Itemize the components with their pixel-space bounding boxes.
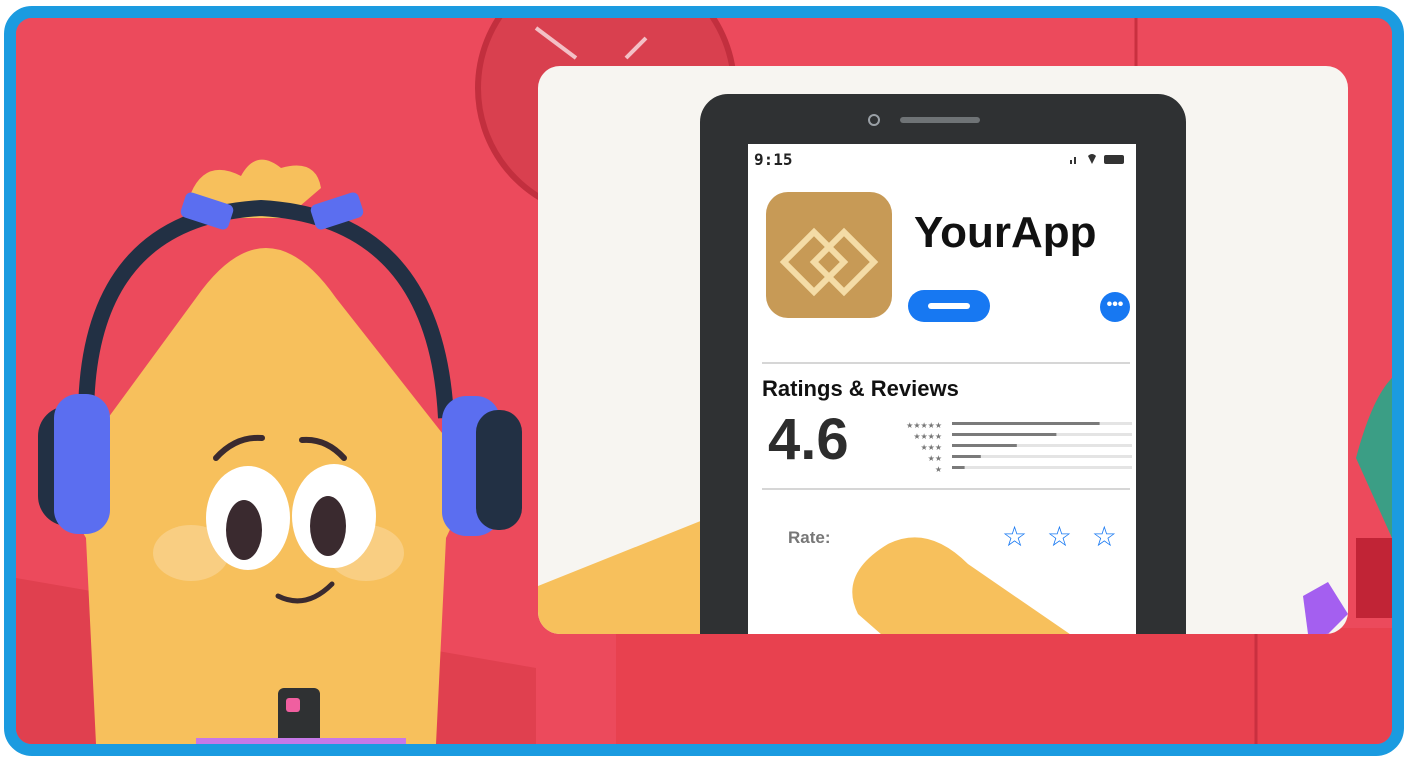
status-icons	[1070, 154, 1124, 164]
histogram-star-label: ★★	[928, 454, 942, 463]
app-icon[interactable]	[766, 192, 892, 318]
app-name: YourApp	[914, 208, 1097, 257]
status-time: 9:15	[754, 150, 793, 169]
app-store-screen: 9:15 YourApp ••• Ratings & Reviews 4.6 ★…	[748, 144, 1136, 634]
rating-score: 4.6	[768, 407, 849, 472]
histogram-bar	[952, 455, 981, 458]
histogram-star-label: ★	[935, 465, 942, 474]
get-button[interactable]	[908, 290, 990, 322]
phone-icon	[278, 688, 320, 744]
histogram-bar	[952, 422, 1100, 425]
camera-icon	[868, 114, 980, 126]
signal-icon	[1070, 160, 1072, 164]
ratings-title: Ratings & Reviews	[762, 376, 959, 401]
app-store-illustration-card: 9:15 YourApp ••• Ratings & Reviews 4.6 ★…	[538, 66, 1348, 634]
video-frame: ...allowing a route you to adjust and im…	[4, 6, 1404, 756]
histogram-star-label: ★★★★	[913, 432, 942, 441]
histogram-bar	[952, 444, 1017, 447]
divider	[762, 488, 1130, 490]
tablet-device: 9:15 YourApp ••• Ratings & Reviews 4.6 ★…	[700, 94, 1186, 634]
more-icon[interactable]: •••	[1100, 292, 1130, 322]
finger-illustration	[852, 537, 1070, 634]
app-logo-icon	[779, 227, 879, 297]
rating-histogram: ★★★★★★★★★★★★★★★	[906, 421, 1132, 474]
histogram-bar	[952, 433, 1057, 436]
divider	[762, 362, 1130, 364]
rate-label: Rate:	[788, 528, 831, 547]
histogram-star-label: ★★★★★	[906, 421, 942, 430]
battery-icon	[1104, 155, 1124, 164]
histogram-star-label: ★★★	[920, 443, 942, 452]
histogram-track	[952, 466, 1132, 469]
wifi-icon	[1088, 154, 1096, 164]
histogram-bar	[952, 466, 965, 469]
